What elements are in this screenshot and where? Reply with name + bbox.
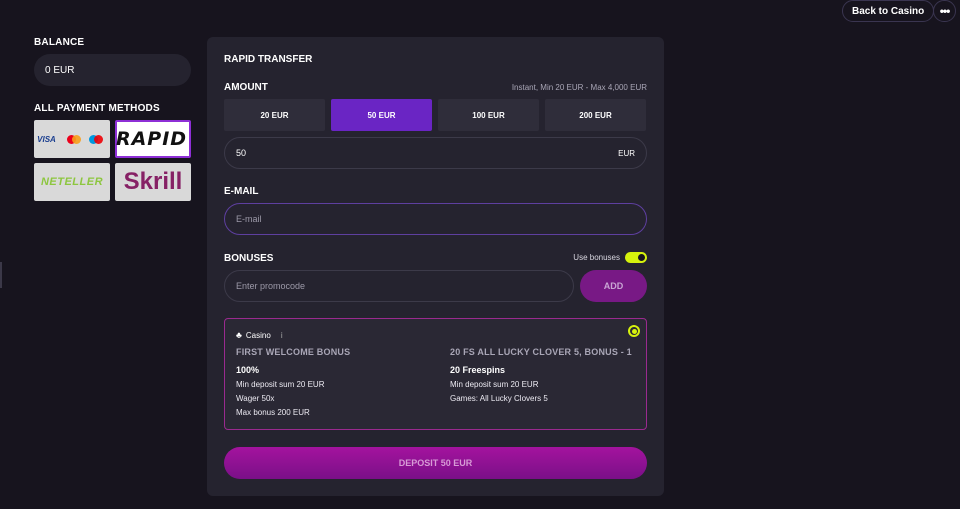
bonuses-label: BONUSES [224, 253, 274, 264]
payment-methods-label: ALL PAYMENT METHODS [34, 103, 160, 114]
bonus-radio-selected[interactable] [628, 325, 640, 337]
bonus-title: FIRST WELCOME BONUS [236, 347, 351, 357]
email-placeholder: E-mail [236, 214, 262, 224]
amount-input[interactable]: 50 EUR [224, 137, 647, 169]
left-edge-handle [0, 262, 2, 288]
rapid-logo: RAPID [115, 128, 188, 150]
amount-currency: EUR [618, 148, 635, 158]
amount-option-100[interactable]: 100 EUR [438, 99, 539, 131]
bonus-value: 20 Freespins [450, 365, 506, 375]
use-bonuses-toggle[interactable] [625, 252, 647, 263]
email-label: E-MAIL [224, 186, 259, 197]
payment-method-cards[interactable]: VISA [34, 120, 110, 158]
visa-logo: VISA [37, 134, 56, 144]
page-title: RAPID TRANSFER [224, 54, 313, 65]
back-to-casino-button[interactable]: Back to Casino [842, 0, 935, 22]
bonus-detail: Games: All Lucky Clovers 5 [450, 394, 548, 403]
use-bonuses-control[interactable]: Use bonuses [573, 252, 647, 263]
bonus-card[interactable]: ♣ Casino i FIRST WELCOME BONUS 100% Min … [224, 318, 647, 430]
bonus-title: 20 FS ALL LUCKY CLOVER 5, BONUS - 1 [450, 347, 632, 357]
bonus-detail: Max bonus 200 EUR [236, 408, 310, 417]
mastercard-logo-icon [66, 134, 81, 144]
amount-option-200[interactable]: 200 EUR [545, 99, 646, 131]
bonus-detail: Wager 50x [236, 394, 275, 403]
promocode-input[interactable]: Enter promocode [224, 270, 574, 302]
payment-method-skrill[interactable]: Skrill [115, 163, 191, 201]
neteller-logo: NETELLER [40, 176, 104, 188]
balance-label: BALANCE [34, 37, 85, 48]
promocode-placeholder: Enter promocode [236, 281, 306, 291]
bonus-category: ♣ Casino i [236, 330, 283, 340]
amount-limits: Instant, Min 20 EUR - Max 4,000 EUR [511, 83, 647, 92]
bonus-offer-welcome: FIRST WELCOME BONUS 100% Min deposit sum… [236, 347, 350, 417]
balance-value: 0 EUR [34, 54, 191, 86]
email-input[interactable]: E-mail [224, 203, 647, 235]
payment-method-neteller[interactable]: NETELLER [34, 163, 110, 201]
bonus-detail: Min deposit sum 20 EUR [450, 380, 539, 389]
amount-option-20[interactable]: 20 EUR [224, 99, 325, 131]
skrill-logo: Skrill [123, 168, 183, 195]
amount-option-50[interactable]: 50 EUR [331, 99, 432, 131]
bonus-category-label: Casino [245, 330, 271, 340]
add-promocode-button[interactable]: ADD [580, 270, 647, 302]
amount-input-value: 50 [236, 148, 247, 158]
maestro-logo-icon [88, 134, 103, 144]
deposit-panel: RAPID TRANSFER AMOUNT Instant, Min 20 EU… [207, 37, 664, 496]
bonus-offer-freespins: 20 FS ALL LUCKY CLOVER 5, BONUS - 1 20 F… [450, 347, 632, 403]
use-bonuses-label: Use bonuses [573, 253, 620, 262]
deposit-button[interactable]: DEPOSIT 50 EUR [224, 447, 647, 479]
more-options-button[interactable]: ••• [933, 0, 956, 22]
payment-method-rapid[interactable]: RAPID [115, 120, 191, 158]
bonus-detail: Min deposit sum 20 EUR [236, 380, 325, 389]
club-icon: ♣ [236, 330, 242, 340]
info-icon[interactable]: i [281, 331, 283, 340]
amount-label: AMOUNT [224, 82, 268, 93]
bonus-value: 100% [236, 365, 260, 375]
